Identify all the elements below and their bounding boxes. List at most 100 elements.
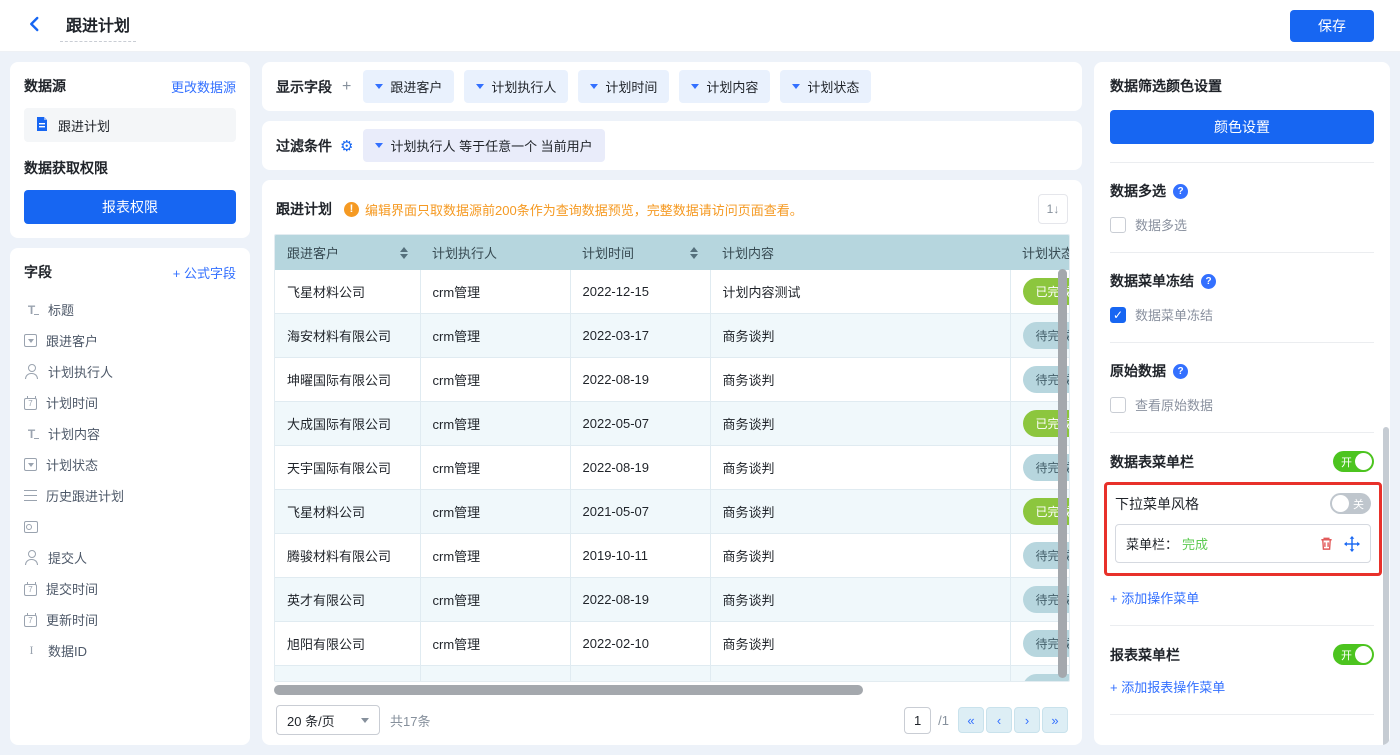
panel-scrollbar[interactable] bbox=[1383, 427, 1389, 745]
display-field-chip[interactable]: 计划状态 bbox=[780, 70, 872, 103]
help-icon[interactable]: ? bbox=[1201, 273, 1216, 289]
menu-freeze-checkbox-label: 数据菜单冻结 bbox=[1135, 308, 1214, 323]
help-icon[interactable]: ? bbox=[1173, 183, 1188, 199]
menu-freeze-checkbox[interactable] bbox=[1110, 306, 1126, 323]
field-item[interactable]: 标题 bbox=[24, 294, 236, 325]
chevron-down-icon bbox=[792, 84, 801, 89]
field-item[interactable]: 跟进客户 bbox=[24, 325, 236, 356]
page-number-input[interactable]: 1 bbox=[904, 706, 932, 734]
table-row[interactable]: 大成国际有限公司 crm管理 2022-05-07 商务谈判 已完成 bbox=[275, 401, 1069, 446]
back-button[interactable] bbox=[24, 15, 46, 37]
raw-data-heading: 原始数据 bbox=[1110, 363, 1166, 379]
gear-icon[interactable]: ⚙ bbox=[340, 137, 353, 155]
table-horizontal-scrollbar-track bbox=[274, 685, 1070, 695]
fields-heading: 字段 bbox=[24, 264, 52, 280]
display-field-chip[interactable]: 计划时间 bbox=[578, 70, 670, 103]
cell-executor: crm管理 bbox=[419, 533, 570, 578]
sort-carets-icon[interactable] bbox=[690, 246, 698, 259]
table-row[interactable]: 落日有限公司crm管理2023-04-08商务谈判待完成 bbox=[275, 665, 1069, 681]
add-display-field-button[interactable]: + bbox=[342, 78, 351, 96]
filter-condition-chip[interactable]: 计划执行人 等于任意一个 当前用户 bbox=[363, 129, 605, 162]
datasource-card: 数据源 更改数据源 跟进计划 数据获取权限 报表权限 bbox=[10, 62, 250, 238]
display-field-chip[interactable]: 计划执行人 bbox=[464, 70, 569, 103]
list-icon bbox=[24, 490, 37, 501]
display-field-chip[interactable]: 跟进客户 bbox=[363, 70, 455, 103]
cell-date: 2021-05-07 bbox=[569, 489, 710, 534]
add-formula-field-link[interactable]: + 公式字段 bbox=[173, 263, 236, 282]
column-header[interactable]: 跟进客户 bbox=[275, 235, 420, 270]
calendar-icon bbox=[24, 581, 37, 596]
table-row[interactable]: 旭阳有限公司 crm管理 2022-02-10 商务谈判 待完成 bbox=[275, 621, 1069, 666]
id-icon bbox=[24, 643, 39, 658]
table-row[interactable]: 飞星材料公司 crm管理 2022-12-15 计划内容测试 已完成 bbox=[275, 270, 1069, 314]
add-action-menu-link[interactable]: + 添加操作菜单 bbox=[1110, 588, 1374, 607]
field-item[interactable]: 计划状态 bbox=[24, 449, 236, 480]
table-menu-heading: 数据表菜单栏 bbox=[1110, 453, 1194, 470]
first-page-button[interactable]: « bbox=[958, 707, 984, 733]
settings-panel: 数据筛选颜色设置 颜色设置 数据多选? 数据多选 数据菜单冻结? 数据菜单冻结 … bbox=[1094, 62, 1390, 745]
page-title[interactable]: 跟进计划 bbox=[60, 10, 137, 42]
sort-order-button[interactable]: 1↓ bbox=[1038, 194, 1068, 224]
raw-data-checkbox[interactable] bbox=[1110, 396, 1126, 413]
filter-bar: 过滤条件 ⚙ 计划执行人 等于任意一个 当前用户 bbox=[262, 121, 1082, 170]
table-menu-toggle[interactable]: 开 bbox=[1333, 451, 1374, 472]
display-fields-bar: 显示字段 + 跟进客户 计划执行人 计划时间 计划内容 计划状态 bbox=[262, 62, 1082, 111]
last-page-button[interactable]: » bbox=[1042, 707, 1068, 733]
next-page-button[interactable]: › bbox=[1014, 707, 1040, 733]
field-item[interactable]: 计划执行人 bbox=[24, 356, 236, 387]
cell-date: 2022-08-19 bbox=[569, 357, 710, 402]
table-horizontal-scrollbar[interactable] bbox=[274, 685, 864, 695]
trash-icon[interactable] bbox=[1319, 536, 1334, 551]
table-row[interactable]: 坤曜国际有限公司 crm管理 2022-08-19 商务谈判 待完成 bbox=[275, 357, 1069, 402]
multi-select-checkbox-label: 数据多选 bbox=[1135, 218, 1188, 233]
datasource-item[interactable]: 跟进计划 bbox=[24, 108, 236, 142]
save-button[interactable]: 保存 bbox=[1290, 9, 1374, 42]
table-row[interactable]: 腾骏材料有限公司 crm管理 2019-10-11 商务谈判 待完成 bbox=[275, 533, 1069, 578]
table-row[interactable]: 天宇国际有限公司 crm管理 2022-08-19 商务谈判 待完成 bbox=[275, 445, 1069, 490]
data-table: 跟进客户 计划执行人 计划时间 计划内容 计划状态 飞星材料公司 crm管理 2022-12… bbox=[274, 234, 1070, 682]
change-datasource-link[interactable]: 更改数据源 bbox=[171, 77, 236, 96]
column-header[interactable]: 计划时间 bbox=[570, 235, 710, 270]
display-fields-label: 显示字段 bbox=[276, 78, 332, 95]
report-permission-button[interactable]: 报表权限 bbox=[24, 190, 236, 224]
add-report-action-menu-link[interactable]: + 添加报表操作菜单 bbox=[1110, 677, 1374, 696]
field-item[interactable]: 提交时间 bbox=[24, 573, 236, 604]
cell-executor: crm管理 bbox=[419, 313, 570, 358]
multi-select-checkbox-row[interactable]: 数据多选 bbox=[1110, 215, 1374, 234]
table-vertical-scrollbar[interactable] bbox=[1058, 269, 1067, 678]
field-item[interactable]: 提交人 bbox=[24, 542, 236, 573]
field-item[interactable]: 数据ID bbox=[24, 635, 236, 666]
cell-customer: 大成国际有限公司 bbox=[275, 401, 420, 446]
select-icon bbox=[24, 334, 37, 347]
table-row[interactable]: 海安材料有限公司 crm管理 2022-03-17 商务谈判 待完成 bbox=[275, 313, 1069, 358]
menu-freeze-checkbox-row[interactable]: 数据菜单冻结 bbox=[1110, 305, 1374, 324]
dropdown-style-toggle[interactable]: 关 bbox=[1330, 493, 1371, 514]
field-item[interactable]: 更新时间 bbox=[24, 604, 236, 635]
field-item[interactable]: 计划时间 bbox=[24, 387, 236, 418]
datasource-heading: 数据源 bbox=[24, 78, 66, 94]
fields-card: 字段 + 公式字段 标题跟进客户计划执行人计划时间计划内容计划状态历史跟进计划提… bbox=[10, 248, 250, 745]
prev-page-button[interactable]: ‹ bbox=[986, 707, 1012, 733]
move-icon[interactable] bbox=[1344, 535, 1360, 552]
chip-label: 计划时间 bbox=[605, 80, 658, 95]
table-row[interactable]: 英才有限公司 crm管理 2022-08-19 商务谈判 待完成 bbox=[275, 577, 1069, 622]
report-menu-toggle[interactable]: 开 bbox=[1333, 644, 1374, 665]
table-row[interactable]: 飞星材料公司 crm管理 2021-05-07 商务谈判 已完成 bbox=[275, 489, 1069, 534]
display-field-chip[interactable]: 计划内容 bbox=[679, 70, 771, 103]
menu-bar-item[interactable]: 菜单栏： 完成 bbox=[1115, 524, 1371, 563]
sort-carets-icon[interactable] bbox=[400, 246, 408, 259]
help-icon[interactable]: ? bbox=[1173, 363, 1188, 379]
column-header: 计划状态 bbox=[1010, 235, 1069, 270]
field-item[interactable] bbox=[24, 511, 236, 542]
image-icon bbox=[24, 520, 38, 533]
field-item[interactable]: 历史跟进计划 bbox=[24, 480, 236, 511]
page-size-select[interactable]: 20 条/页 bbox=[276, 705, 380, 735]
field-item-label: 更新时间 bbox=[46, 613, 99, 628]
color-settings-button[interactable]: 颜色设置 bbox=[1110, 110, 1374, 144]
cell-date: 2022-05-07 bbox=[569, 401, 710, 446]
table-title: 跟进计划 bbox=[276, 201, 332, 217]
multi-select-checkbox[interactable] bbox=[1110, 216, 1126, 233]
chevron-left-icon bbox=[26, 15, 44, 36]
raw-data-checkbox-row[interactable]: 查看原始数据 bbox=[1110, 395, 1374, 414]
field-item[interactable]: 计划内容 bbox=[24, 418, 236, 449]
